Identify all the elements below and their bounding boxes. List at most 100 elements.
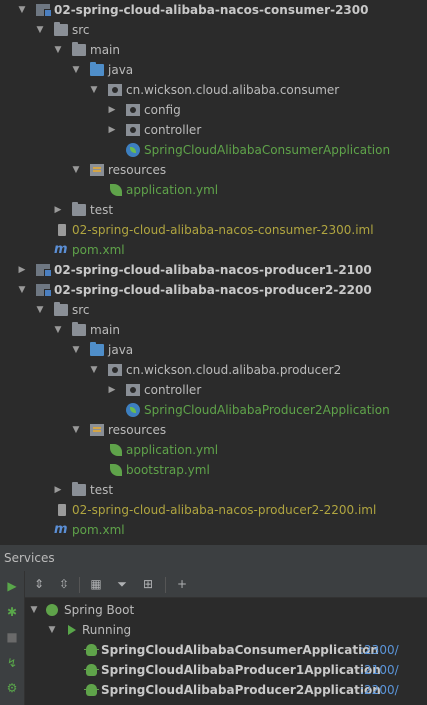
expanded-arrow-icon[interactable]: ▼	[70, 340, 82, 360]
folder-label: test	[90, 483, 114, 497]
filter-icon[interactable]: ⏷	[113, 575, 131, 593]
collapsed-arrow-icon[interactable]: ▶	[52, 480, 64, 500]
expanded-arrow-icon[interactable]: ▼	[70, 60, 82, 80]
service-app-port-link[interactable]: :2300/	[360, 640, 399, 660]
folder-label: java	[108, 343, 134, 357]
expanded-arrow-icon[interactable]: ▼	[52, 40, 64, 60]
folder-icon	[72, 322, 86, 336]
spring-boot-class-icon	[126, 143, 140, 157]
spring-boot-label: Spring Boot	[64, 603, 135, 617]
file-label: application.yml	[126, 443, 219, 457]
debug-icon[interactable]: ✱	[3, 603, 21, 621]
rerun-icon[interactable]: ↯	[3, 654, 21, 672]
running-label: Running	[82, 623, 132, 637]
package-icon	[126, 384, 140, 396]
folder-label: src	[72, 23, 90, 37]
folder-label: test	[90, 203, 114, 217]
file-label: 02-spring-cloud-alibaba-nacos-consumer-2…	[72, 223, 374, 237]
folder-icon	[72, 482, 86, 496]
package-label: controller	[144, 123, 202, 137]
package-label: cn.wickson.cloud.alibaba.consumer	[126, 83, 340, 97]
spring-boot-icon	[46, 604, 58, 616]
spring-leaf-icon	[110, 444, 122, 456]
expanded-arrow-icon[interactable]: ▼	[88, 360, 100, 380]
expanded-arrow-icon[interactable]: ▼	[16, 280, 28, 300]
file-label: pom.xml	[72, 523, 125, 537]
expanded-arrow-icon[interactable]: ▼	[34, 20, 46, 40]
project-tree: ▼ 02-spring-cloud-alibaba-nacos-consumer…	[0, 0, 427, 544]
package-icon	[108, 364, 122, 376]
package-icon	[126, 104, 140, 116]
folder-icon	[72, 202, 86, 216]
module-label: 02-spring-cloud-alibaba-nacos-consumer-2…	[54, 3, 369, 17]
services-panel-header: Services	[0, 544, 427, 571]
debug-bug-icon	[84, 684, 99, 696]
expanded-arrow-icon[interactable]: ▼	[34, 300, 46, 320]
services-side-toolbar: ▶ ✱ ■ ↯ ⚙	[0, 571, 25, 705]
collapsed-arrow-icon[interactable]: ▶	[106, 120, 118, 140]
debug-bug-icon	[84, 664, 99, 676]
source-folder-icon	[90, 62, 104, 76]
run-icon[interactable]: ▶	[3, 577, 21, 595]
maven-icon: m	[54, 242, 68, 257]
expanded-arrow-icon[interactable]: ▼	[70, 420, 82, 440]
expanded-arrow-icon[interactable]: ▼	[52, 320, 64, 340]
folder-label: main	[90, 43, 120, 57]
resources-folder-icon	[90, 164, 104, 176]
package-icon	[108, 84, 122, 96]
collapsed-arrow-icon[interactable]: ▶	[106, 380, 118, 400]
services-top-toolbar: ⇕ ⇳ ▦ ⏷ ⊞ +	[25, 571, 427, 598]
file-label: application.yml	[126, 183, 219, 197]
add-service-icon[interactable]: +	[173, 575, 191, 593]
expanded-arrow-icon[interactable]: ▼	[46, 620, 58, 640]
stop-icon[interactable]: ■	[3, 628, 21, 646]
expanded-arrow-icon[interactable]: ▼	[70, 160, 82, 180]
expand-all-icon[interactable]: ⇕	[30, 575, 48, 593]
debug-bug-icon	[84, 644, 99, 656]
module-label: 02-spring-cloud-alibaba-nacos-producer2-…	[54, 283, 372, 297]
folder-icon	[54, 302, 68, 316]
services-title: Services	[4, 551, 55, 565]
folder-label: resources	[108, 163, 167, 177]
iml-file-icon	[58, 224, 66, 236]
expanded-arrow-icon[interactable]: ▼	[16, 0, 28, 20]
service-app-name: SpringCloudAlibabaProducer2Application	[101, 683, 381, 697]
module-label: 02-spring-cloud-alibaba-nacos-producer1-…	[54, 263, 372, 277]
folder-label: src	[72, 303, 90, 317]
service-app-port-link[interactable]: :2200/	[360, 680, 399, 700]
folder-label: main	[90, 323, 120, 337]
module-icon	[36, 264, 52, 277]
spring-leaf-icon	[110, 184, 122, 196]
package-label: config	[144, 103, 181, 117]
class-label: SpringCloudAlibabaProducer2Application	[144, 403, 390, 417]
source-folder-icon	[90, 342, 104, 356]
maven-icon: m	[54, 522, 68, 537]
folder-icon	[54, 22, 68, 36]
collapse-all-icon[interactable]: ⇳	[55, 575, 73, 593]
collapsed-arrow-icon[interactable]: ▶	[52, 200, 64, 220]
service-app-name: SpringCloudAlibabaProducer1Application	[101, 663, 381, 677]
folder-icon	[72, 42, 86, 56]
iml-file-icon	[58, 504, 66, 516]
expanded-arrow-icon[interactable]: ▼	[28, 600, 40, 620]
expanded-arrow-icon[interactable]: ▼	[88, 80, 100, 100]
file-label: pom.xml	[72, 243, 125, 257]
folder-label: java	[108, 63, 134, 77]
module-icon	[36, 4, 52, 17]
module-icon	[36, 284, 52, 297]
file-label: bootstrap.yml	[126, 463, 210, 477]
service-app-port-link[interactable]: :2100/	[360, 660, 399, 680]
collapsed-arrow-icon[interactable]: ▶	[16, 260, 28, 280]
service-app-name: SpringCloudAlibabaConsumerApplication	[101, 643, 379, 657]
package-label: cn.wickson.cloud.alibaba.producer2	[126, 363, 342, 377]
resources-folder-icon	[90, 424, 104, 436]
package-label: controller	[144, 383, 202, 397]
running-icon	[68, 625, 76, 635]
folder-label: resources	[108, 423, 167, 437]
group-by-icon[interactable]: ▦	[87, 575, 105, 593]
debug-rerun-icon[interactable]: ⚙	[3, 679, 21, 697]
collapsed-arrow-icon[interactable]: ▶	[106, 100, 118, 120]
spring-boot-class-icon	[126, 403, 140, 417]
package-icon	[126, 124, 140, 136]
new-tab-icon[interactable]: ⊞	[139, 575, 157, 593]
